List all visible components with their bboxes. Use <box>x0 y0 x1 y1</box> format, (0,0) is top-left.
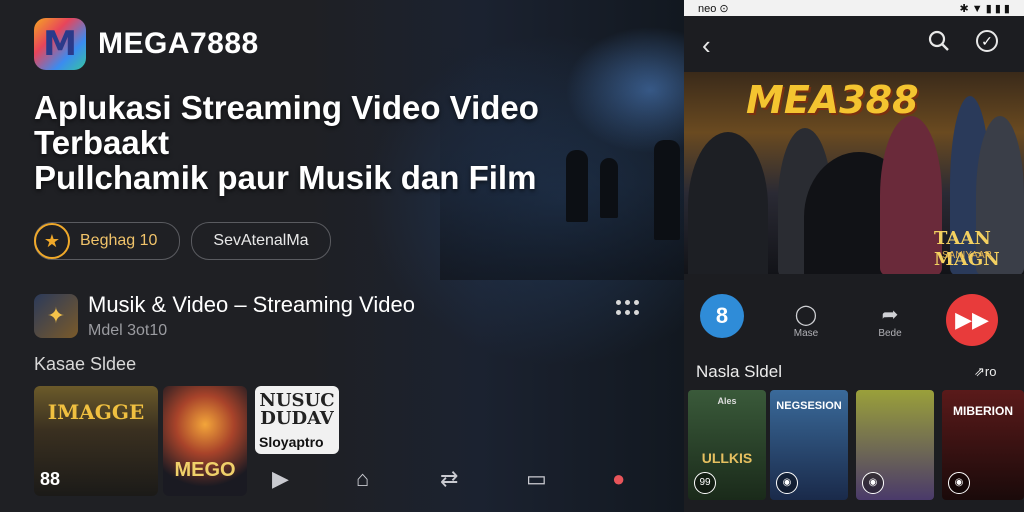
star-icon: ★ <box>34 223 70 259</box>
nav-profile-icon[interactable]: ● <box>612 466 625 492</box>
fast-forward-icon: ▶▶ <box>946 294 998 346</box>
rating-chip-label: Beghag 10 <box>80 232 158 249</box>
movie-thumbnail[interactable]: MIBERION ◉ <box>942 390 1024 500</box>
app-info-row[interactable]: ✦ Musik & Video – Streaming Video Mdel 3… <box>34 292 415 340</box>
video-thumbnail[interactable]: NUSUC DUDAV Sloyaptro <box>255 386 339 454</box>
hero-panel: M MEGA7888 Aplukasi Streaming Video Vide… <box>0 0 684 512</box>
video-thumbnail[interactable]: IMAGGE 88 <box>34 386 158 496</box>
banner-subtitle: TAAN MAGN <box>934 228 1000 270</box>
brand-header[interactable]: M MEGA7888 <box>34 18 259 70</box>
page-headline: Aplukasi Streaming Video Video Terbaakt … <box>34 90 594 195</box>
featured-banner[interactable]: MEA388 TAAN MAGN SANIYAAR <box>684 72 1024 274</box>
app-subtitle: Mdel 3ot10 <box>88 322 168 339</box>
see-more-link[interactable]: ⇗ro <box>974 364 996 380</box>
movie-thumbnail[interactable]: ◉ <box>856 390 934 500</box>
app-icon: ✦ <box>34 294 78 338</box>
banner-title: MEA388 <box>746 78 919 122</box>
status-time: neo ⊙ <box>698 2 729 15</box>
headline-line: Pullchamik paur Musik dan Film <box>34 159 537 196</box>
back-icon[interactable]: ‹ <box>702 30 711 61</box>
play-icon: ◉ <box>776 472 798 494</box>
thumbnail-top-text: Ales <box>717 396 737 406</box>
share-button[interactable]: ➦ Bede <box>872 302 908 340</box>
more-options-icon[interactable] <box>616 300 640 316</box>
phone-top-bar: ‹ ✓ <box>684 16 1024 72</box>
thumbnail-title: ULLKIS <box>701 450 753 466</box>
status-icons: ✱ ▼ ▮ ▮ ▮ <box>959 2 1011 15</box>
nav-home-icon[interactable]: ⌂ <box>356 466 369 492</box>
play-icon: ◉ <box>862 472 884 494</box>
thumbnail-title: NEGSESION <box>776 400 842 412</box>
thumbnail-badge: 88 <box>40 469 61 489</box>
share-icon: ➦ <box>881 303 899 326</box>
account-icon: 8 <box>700 294 744 338</box>
check-icon[interactable]: ✓ <box>976 30 998 52</box>
brand-name: MEGA7888 <box>98 27 259 60</box>
status-bar: neo ⊙ ✱ ▼ ▮ ▮ ▮ <box>684 0 1024 16</box>
search-icon[interactable] <box>928 30 950 52</box>
nav-play-icon[interactable]: ▶ <box>272 466 289 492</box>
banner-person <box>880 116 942 274</box>
headline-line: Terbaakt <box>34 124 170 161</box>
app-logo-icon: M <box>34 18 86 70</box>
thumbnail-title: NUSUC DUDAV <box>259 390 335 429</box>
banner-tagline: SANIYAAR <box>942 250 992 261</box>
movie-thumbnail[interactable]: NEGSESION ◉ <box>770 390 848 500</box>
thumbnail-subtitle: Sloyaptro <box>259 434 324 450</box>
background-figure <box>654 140 680 240</box>
nav-share-icon[interactable]: ⇄ <box>440 466 458 492</box>
play-icon: ◉ <box>948 472 970 494</box>
section-title: Nasla Sldel <box>696 362 782 381</box>
banner-person <box>688 132 768 274</box>
account-button[interactable]: 8 <box>700 294 744 340</box>
play-button[interactable]: ▶▶ <box>946 294 998 348</box>
thumbnail-title: IMAGGE <box>47 400 145 424</box>
movie-thumbnail[interactable]: Ales ULLKIS 99 <box>688 390 766 500</box>
chat-icon: ◯ <box>794 303 818 326</box>
message-label: Mase <box>793 328 819 339</box>
category-chip[interactable]: SevAtenalMa <box>191 222 331 260</box>
message-button[interactable]: ◯ Mase <box>788 302 824 340</box>
nav-library-icon[interactable]: ▭ <box>526 466 547 492</box>
phone-screen: neo ⊙ ✱ ▼ ▮ ▮ ▮ ‹ ✓ MEA388 TAAN MAGN SAN… <box>684 0 1024 512</box>
action-row: 8 ◯ Mase ➦ Bede ▶▶ <box>684 292 1024 352</box>
category-chip-label: SevAtenalMa <box>213 232 309 249</box>
background-figure <box>600 158 618 218</box>
thumbnail-title: MIBERION <box>953 404 1013 418</box>
video-thumbnail[interactable]: MEGO <box>163 386 247 496</box>
section-title: Kasae Sldee <box>34 354 137 374</box>
thumbnail-badge: 99 <box>694 472 716 494</box>
rating-chip[interactable]: ★ Beghag 10 <box>34 222 180 260</box>
app-title: Musik & Video – Streaming Video <box>88 292 415 317</box>
share-label: Bede <box>878 328 902 339</box>
headline-line: Aplukasi Streaming Video Video <box>34 89 539 126</box>
thumbnail-title: MEGO <box>174 459 236 481</box>
